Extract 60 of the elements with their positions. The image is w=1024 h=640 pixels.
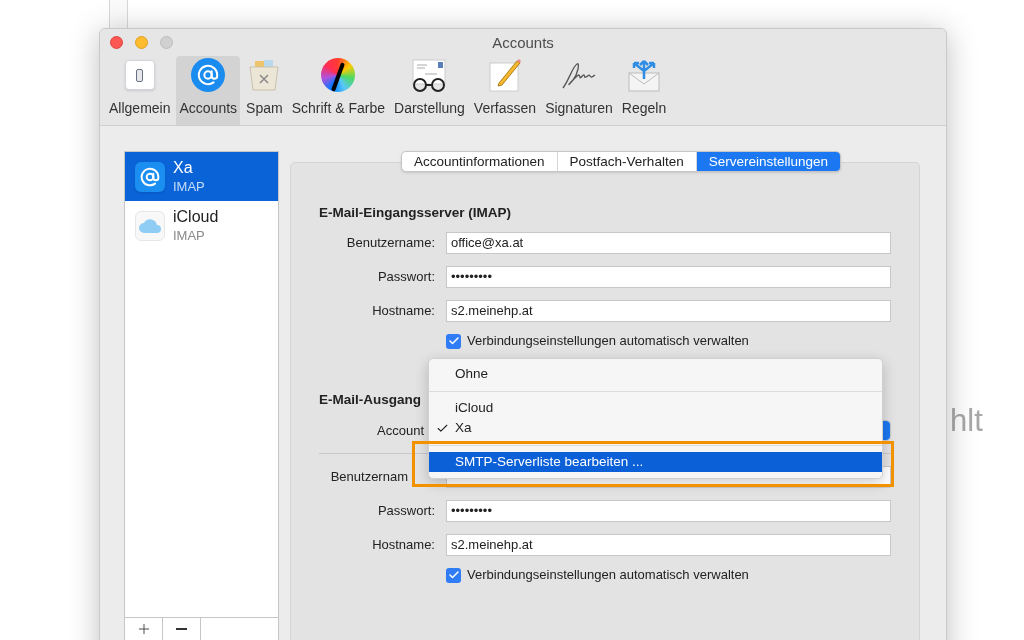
checkbox-label: Verbindungseinstellungen automatisch verwalten bbox=[467, 566, 749, 585]
close-button[interactable] bbox=[110, 36, 123, 49]
switch-icon bbox=[124, 60, 155, 90]
color-wheel-icon bbox=[321, 58, 356, 92]
text-field[interactable]: office@xa.at bbox=[446, 232, 891, 254]
trash-icon bbox=[247, 58, 282, 92]
account-row[interactable]: Xa IMAP bbox=[125, 152, 278, 201]
toolbar-label: Spam bbox=[246, 99, 283, 118]
text-field[interactable]: ••••••••• bbox=[446, 266, 891, 288]
field-label: Benutzername: bbox=[345, 234, 435, 253]
menu-item[interactable]: Ohne bbox=[429, 364, 882, 384]
text-field[interactable]: ••••••••• bbox=[446, 500, 891, 522]
background-text: hlt bbox=[950, 402, 983, 440]
text-field[interactable]: s2.meinehp.at bbox=[446, 534, 891, 556]
toolbar-label: Signaturen bbox=[545, 99, 613, 118]
toolbar-tab[interactable]: Darstellung bbox=[391, 56, 468, 125]
toolbar-tab[interactable]: Verfassen bbox=[470, 56, 540, 125]
toolbar-tab[interactable]: Spam bbox=[243, 56, 286, 125]
window-title: Accounts bbox=[492, 32, 554, 53]
cloud-icon bbox=[135, 210, 165, 241]
minus-icon bbox=[176, 628, 187, 630]
toolbar-tab[interactable]: Accounts bbox=[176, 56, 241, 125]
account-row[interactable]: iCloud IMAP bbox=[125, 201, 278, 250]
menu-item[interactable]: SMTP-Serverliste bearbeiten ... bbox=[429, 452, 882, 472]
section-heading: E-Mail-Eingangsserver (IMAP) bbox=[319, 205, 513, 221]
toolbar-label: Allgemein bbox=[109, 99, 171, 118]
account-type: IMAP bbox=[173, 177, 205, 196]
section-heading: E-Mail-Ausgang bbox=[319, 392, 421, 408]
at-icon bbox=[135, 161, 165, 192]
toolbar-label: Darstellung bbox=[394, 99, 465, 118]
toolbar-label: Regeln bbox=[621, 99, 667, 118]
account-name: Xa bbox=[173, 157, 194, 177]
account-type: IMAP bbox=[173, 226, 206, 245]
toolbar-tab[interactable]: Schrift & Farbe bbox=[288, 56, 389, 125]
field-label: Benutzernam bbox=[329, 468, 408, 487]
envelope-arrows-icon bbox=[626, 57, 663, 93]
checkbox-label: Verbindungseinstellungen automatisch verwalten bbox=[467, 332, 749, 351]
toolbar-tab[interactable]: Signaturen bbox=[542, 56, 616, 125]
field-label: Hostname: bbox=[371, 302, 435, 321]
checkbox[interactable] bbox=[446, 567, 461, 583]
toolbar-label: Verfassen bbox=[473, 99, 537, 118]
account-name: iCloud bbox=[173, 206, 219, 226]
minimize-button[interactable] bbox=[135, 36, 148, 49]
tab[interactable]: Servereinstellungen bbox=[695, 152, 840, 171]
toolbar-tab[interactable]: Allgemein bbox=[106, 56, 174, 125]
tab[interactable]: Postfach-Verhalten bbox=[556, 152, 696, 171]
toolbar-tab[interactable]: Regeln bbox=[618, 56, 670, 125]
checkbox[interactable] bbox=[446, 333, 461, 349]
pencil-paper-icon bbox=[487, 57, 523, 93]
menu-item[interactable]: Xa bbox=[429, 418, 882, 438]
field-label: Account bbox=[376, 421, 424, 440]
toolbar-label: Schrift & Farbe bbox=[291, 99, 386, 118]
toolbar-label: Accounts bbox=[179, 99, 238, 118]
menu-item[interactable]: iCloud bbox=[429, 398, 882, 418]
text-field[interactable]: s2.meinehp.at bbox=[446, 300, 891, 322]
at-icon bbox=[191, 58, 226, 92]
field-label: Passwort: bbox=[376, 502, 435, 521]
field-label: Hostname: bbox=[371, 536, 435, 555]
field-label: Passwort: bbox=[376, 268, 435, 287]
tab[interactable]: Accountinformationen bbox=[402, 152, 557, 171]
